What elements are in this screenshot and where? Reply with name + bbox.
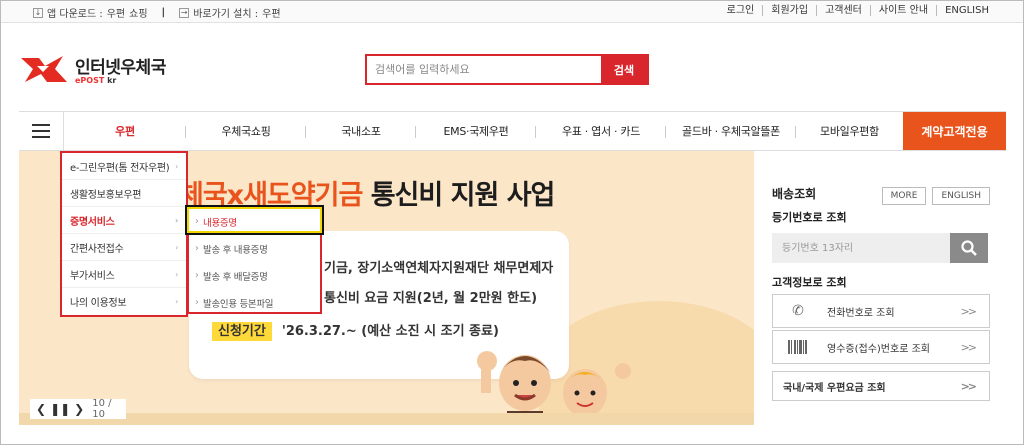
rate-lookup-label: 국내/국제 우편요금 조회	[783, 382, 886, 394]
app-download-shop-link[interactable]: 쇼핑	[129, 5, 147, 20]
menu-item-certification[interactable]: 증명서비스 ›	[62, 207, 186, 234]
chevron-right-icon: ›	[175, 242, 178, 252]
chevron-right-icon: ›	[175, 215, 178, 225]
menu-item-label: 간편사전접수	[70, 243, 124, 255]
contract-customer-button[interactable]: 계약고객전용	[903, 112, 1006, 150]
nav-item-mobile-mailbox[interactable]: 모바일우편함	[796, 112, 903, 150]
menu-item-label: 부가서비스	[70, 270, 115, 282]
logo-text: 인터넷우체국	[75, 58, 166, 78]
nav-item-stamps[interactable]: 우표 · 엽서 · 카드	[536, 112, 666, 150]
shortcut-mail-link[interactable]: 우편	[262, 5, 280, 20]
search-bar: 검색	[365, 54, 649, 85]
chevron-right-icon: ›	[175, 297, 178, 306]
receipt-lookup-button[interactable]: 영수증(접수)번호로 조회 >>	[772, 330, 990, 364]
tracking-search-button[interactable]	[950, 233, 988, 263]
prev-arrow-icon[interactable]: ❮	[36, 402, 46, 416]
tracking-by-customer-label: 고객정보로 조회	[772, 276, 847, 289]
app-download-mail-link[interactable]: 우편	[107, 5, 125, 20]
double-chevron-icon: >>	[960, 340, 978, 354]
banner-ground	[19, 413, 754, 425]
search-icon	[961, 240, 977, 256]
shortcut-icon: →	[179, 7, 190, 18]
english-link[interactable]: ENGLISH	[936, 5, 997, 16]
logo-sub-suffix: kr	[104, 76, 117, 85]
shortcut-label: 바로가기 설치 :	[193, 9, 259, 20]
submenu-item-content-certification[interactable]: 내용증명	[189, 208, 320, 235]
barcode-icon	[787, 339, 809, 355]
epost-logo-icon	[21, 56, 67, 82]
chevron-right-icon: ›	[175, 269, 178, 279]
menu-item-quick-reception[interactable]: 간편사전접수 ›	[62, 234, 186, 261]
download-icon: ↓	[33, 7, 43, 18]
menu-item-label: 생활정보홍보우편	[70, 189, 142, 201]
login-link[interactable]: 로그인	[719, 5, 763, 16]
menu-icon[interactable]	[19, 112, 64, 150]
nav-item-parcel[interactable]: 국내소포	[306, 112, 416, 150]
tracking-number-input[interactable]	[772, 233, 950, 263]
double-chevron-icon: >>	[960, 379, 978, 393]
menu-item-my-usage[interactable]: 나의 이용정보 ›	[62, 288, 186, 315]
banner-pager: ❮ ❚❚ ❯ 10 / 10	[30, 398, 126, 420]
nav-item-shopping[interactable]: 우체국쇼핑	[186, 112, 306, 150]
banner-line-1: 기금, 장기소액연체자지원재단 채무면제자	[324, 261, 554, 276]
next-arrow-icon[interactable]: ❯	[74, 402, 84, 416]
pause-icon[interactable]: ❚❚	[50, 402, 70, 416]
submenu-item-post-content-certification[interactable]: 발송 후 내용증명	[189, 235, 320, 262]
site-guide-link[interactable]: 사이트 안내	[869, 5, 936, 16]
divider: |	[161, 7, 166, 18]
nav-item-goldbar[interactable]: 골드바 · 우체국알뜰폰	[666, 112, 796, 150]
certification-submenu: 내용증명 발송 후 내용증명 발송 후 배달증명 발송인용 등본파일	[187, 206, 322, 314]
english-tracking-button[interactable]: ENGLISH	[932, 187, 990, 205]
menu-item-extra-services[interactable]: 부가서비스 ›	[62, 261, 186, 288]
banner-title-rest: 통신비 지원 사업	[362, 180, 556, 211]
support-link[interactable]: 고객센터	[816, 5, 870, 16]
tracking-search	[772, 233, 988, 263]
period-label: 신청기간	[212, 322, 272, 341]
rate-lookup-button[interactable]: 국내/국제 우편요금 조회 >>	[772, 371, 990, 401]
utility-left: ↓ 앱 다운로드 : 우편 쇼핑 | → 바로가기 설치 : 우편	[33, 5, 281, 20]
menu-item-life-info-mail[interactable]: 생활정보홍보우편	[62, 180, 186, 207]
banner-period: 신청기간 '26.3.27.~ (예산 소진 시 조기 종료)	[212, 320, 499, 341]
phone-lookup-label: 전화번호로 조회	[827, 307, 895, 319]
utility-bar: ↓ 앱 다운로드 : 우편 쇼핑 | → 바로가기 설치 : 우편 로그인 회원…	[1, 1, 1023, 23]
search-button[interactable]: 검색	[601, 56, 647, 83]
signup-link[interactable]: 회원가입	[762, 5, 816, 16]
phone-lookup-button[interactable]: ✆ 전화번호로 조회 >>	[772, 294, 990, 328]
main-nav: 우편 우체국쇼핑 국내소포 EMS·국제우편 우표 · 엽서 · 카드 골드바 …	[19, 111, 1006, 151]
site-logo[interactable]: 인터넷우체국 ePOST kr	[19, 53, 166, 85]
menu-item-e-green-mail[interactable]: e-그린우편(톰 전자우편) ›	[62, 153, 186, 180]
more-button[interactable]: MORE	[881, 187, 927, 205]
utility-right: 로그인 회원가입 고객센터 사이트 안내 ENGLISH	[719, 5, 997, 16]
tracking-panel: 배송조회 MORE ENGLISH 등기번호로 조회 고객정보로 조회 ✆ 전화…	[772, 185, 990, 401]
app-download-label: 앱 다운로드 :	[47, 9, 103, 20]
submenu-item-sender-copy-file[interactable]: 발송인용 등본파일	[189, 289, 320, 316]
search-input[interactable]	[367, 56, 601, 83]
banner-line-2: 통신비 요금 지원(2년, 월 2만원 한도)	[324, 291, 538, 306]
double-chevron-icon: >>	[960, 304, 978, 318]
nav-item-ems[interactable]: EMS·국제우편	[416, 112, 536, 150]
tracking-by-number-label: 등기번호로 조회	[772, 211, 847, 224]
menu-item-label: 증명서비스	[70, 216, 115, 228]
submenu-item-post-delivery-certification[interactable]: 발송 후 배달증명	[189, 262, 320, 289]
mail-dropdown-menu: e-그린우편(톰 전자우편) › 생활정보홍보우편 증명서비스 › 간편사전접수 › …	[60, 151, 188, 317]
menu-item-label: e-그린우편(톰 전자우편)	[70, 162, 170, 174]
pager-count: 10 / 10	[92, 398, 112, 420]
nav-item-mail[interactable]: 우편	[64, 112, 186, 150]
menu-item-label: 나의 이용정보	[70, 298, 127, 309]
receipt-lookup-label: 영수증(접수)번호로 조회	[827, 343, 930, 355]
characters-illustration	[477, 351, 631, 425]
logo-sub-prefix: ePOST	[75, 76, 105, 85]
phone-icon: ✆	[792, 303, 804, 319]
chevron-right-icon: ›	[175, 161, 178, 171]
